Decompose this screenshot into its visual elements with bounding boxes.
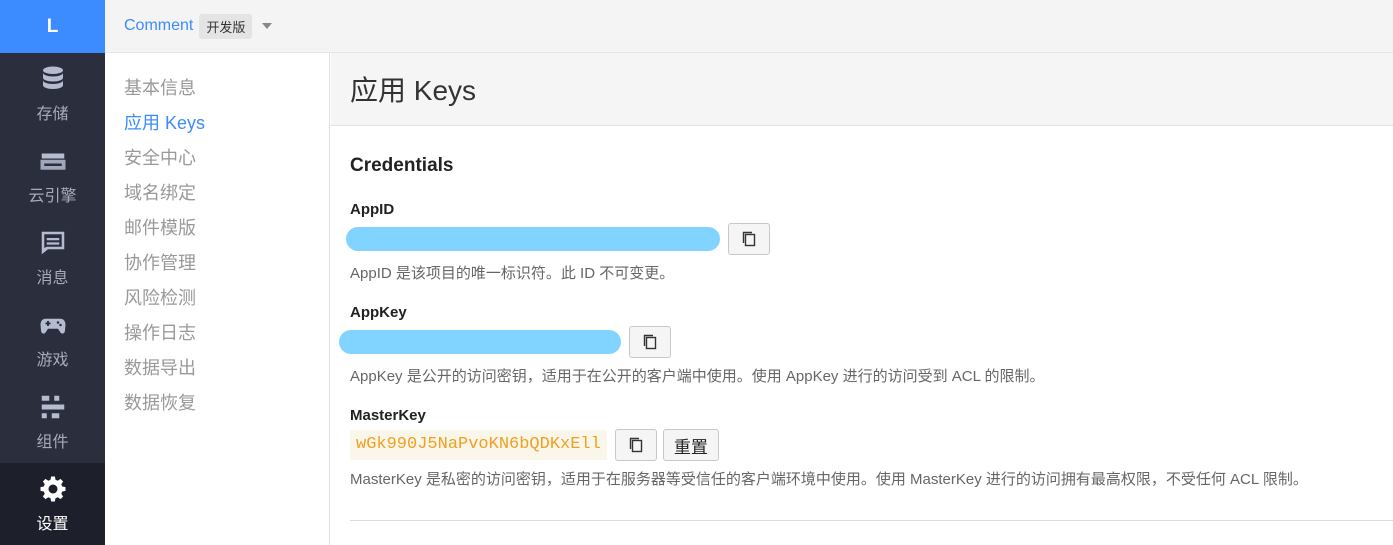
page-header: 应用 Keys [331, 53, 1393, 126]
masterkey-value[interactable]: wGk990J5NaPvoKN6bQDKxEll [350, 430, 607, 460]
copy-appkey-button[interactable] [629, 326, 671, 358]
appid-help-text: AppID 是该项目的唯一标识符。此 ID 不可变更。 [350, 265, 675, 282]
appid-field: AppID AppID 是该项目的唯一标识符。此 ID 不可变更。 [346, 201, 1393, 285]
subnav-item-data-restore[interactable]: 数据恢复 [105, 386, 329, 421]
subnav-item-risk-detection[interactable]: 风险检测 [105, 281, 329, 316]
subnav-item-operation-logs[interactable]: 操作日志 [105, 316, 329, 351]
rail-item-label: 设置 [36, 516, 69, 533]
rail-item-cloud-engine[interactable]: 云引擎 [0, 135, 105, 217]
masterkey-label: MasterKey [350, 407, 426, 424]
subnav-item-app-keys[interactable]: 应用 Keys [105, 106, 329, 141]
subnav-item-domain-binding[interactable]: 域名绑定 [105, 176, 329, 211]
rail-item-settings[interactable]: 设置 [0, 463, 105, 545]
rail-item-label: 云引擎 [28, 188, 77, 205]
top-bar: Comment 开发版 [105, 0, 1393, 53]
masterkey-field: MasterKey wGk990J5NaPvoKN6bQDKxEll 重置 Ma… [350, 407, 1393, 491]
subnav-item-data-export[interactable]: 数据导出 [105, 351, 329, 386]
appkey-redacted-value [339, 330, 621, 354]
settings-subnav: 基本信息 应用 Keys 安全中心 域名绑定 邮件模版 协作管理 风险检测 操作… [105, 53, 330, 545]
copy-appid-button[interactable] [728, 223, 770, 255]
section-title: Credentials [350, 155, 454, 176]
copy-icon [643, 334, 657, 350]
appid-redacted-value [346, 227, 720, 251]
divider [350, 520, 1393, 521]
appkey-help-text: AppKey 是公开的访问密钥，适用于在公开的客户端中使用。使用 AppKey … [350, 368, 1045, 385]
copy-icon [742, 231, 756, 247]
gear-icon [40, 476, 65, 502]
rail-item-components[interactable]: 组件 [0, 381, 105, 463]
appkey-field: AppKey AppKey 是公开的访问密钥，适用于在公开的客户端中使用。使用 … [339, 304, 1393, 388]
components-icon [41, 395, 64, 419]
rail-item-message[interactable]: 消息 [0, 217, 105, 299]
subnav-item-email-templates[interactable]: 邮件模版 [105, 211, 329, 246]
copy-masterkey-button[interactable] [614, 429, 657, 461]
chevron-down-icon[interactable] [262, 23, 273, 29]
main-content: 应用 Keys Credentials AppID AppID 是该项目的唯一标… [331, 53, 1393, 545]
message-icon [41, 231, 64, 255]
rail-item-storage[interactable]: 存储 [0, 53, 105, 135]
rail-item-label: 游戏 [36, 352, 69, 369]
rail-item-label: 组件 [36, 434, 69, 451]
app-logo[interactable]: L [0, 0, 105, 53]
credentials-panel: Credentials AppID AppID 是该项目的唯一标识符。此 ID … [331, 126, 1393, 521]
page-title: 应用 Keys [350, 75, 477, 106]
copy-icon [629, 437, 643, 453]
appkey-label: AppKey [350, 304, 407, 321]
subnav-item-collaborators[interactable]: 协作管理 [105, 246, 329, 281]
cloud-engine-icon [40, 153, 65, 170]
masterkey-help-text: MasterKey 是私密的访问密钥，适用于在服务器等受信任的客户端环境中使用。… [350, 471, 1308, 488]
reset-masterkey-button[interactable]: 重置 [662, 429, 719, 461]
subnav-item-basic-info[interactable]: 基本信息 [105, 71, 329, 106]
env-badge: 开发版 [199, 13, 253, 39]
appid-label: AppID [350, 201, 395, 218]
rail-item-label: 消息 [36, 270, 69, 287]
rail-item-label: 存储 [36, 106, 69, 123]
rail-item-game[interactable]: 游戏 [0, 299, 105, 381]
app-name-link[interactable]: Comment [124, 17, 193, 35]
database-icon [42, 66, 63, 89]
subnav-item-security[interactable]: 安全中心 [105, 141, 329, 176]
main-sidebar: L 存储 云引擎 消息 游戏 组件 设置 [0, 0, 105, 545]
gamepad-icon [40, 318, 65, 334]
